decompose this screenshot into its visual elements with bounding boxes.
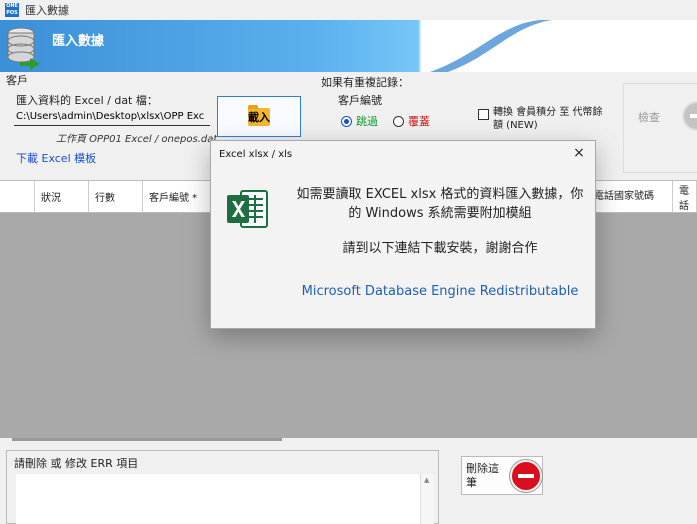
window-title: 匯入數據	[25, 4, 69, 17]
file-path-input[interactable]	[14, 108, 210, 126]
file-label: 匯入資料的 Excel / dat 檔：	[16, 94, 158, 107]
radio-overwrite-label: 覆蓋	[408, 115, 430, 128]
grid-col-phone-country[interactable]: 電話國家號碼	[588, 181, 673, 212]
grid-col-status[interactable]: 狀況	[35, 181, 89, 212]
title-bar: ONE POS 匯入數據	[0, 0, 697, 20]
dialog-instruction: 請到以下連結下載安裝，謝謝合作	[342, 241, 538, 256]
dialog-title: Excel xlsx / xls	[219, 149, 293, 160]
check-group	[623, 83, 697, 173]
dialog-message: 如需要讀取 EXCEL xlsx 格式的資料匯入數據，你的 Windows 系統…	[296, 187, 584, 221]
banner-title: 匯入數據	[52, 34, 105, 49]
grid-col-selector[interactable]	[0, 181, 35, 212]
radio-overwrite-dot[interactable]	[393, 115, 404, 127]
convert-points-box[interactable]	[478, 109, 489, 120]
check-button-label[interactable]: 檢查	[638, 109, 660, 125]
duplicate-group-label: 如果有重複記錄：	[321, 76, 409, 89]
delete-entry-button[interactable]: 刪除這筆	[461, 456, 543, 495]
excel-driver-dialog: Excel xlsx / xls × 如需要讀取 EXCEL xlsx 格式的資…	[210, 140, 596, 329]
file-hint: 工作頁 OPP01 Excel / onepos.dat	[56, 134, 218, 145]
banner-swoosh	[430, 20, 697, 72]
radio-skip[interactable]: 跳過	[341, 113, 378, 129]
load-button-label: 載入	[248, 110, 270, 124]
stop-icon	[510, 460, 542, 492]
load-button[interactable]: 載入	[217, 96, 301, 137]
error-group-label: 請刪除 或 修改 ERR 項目	[14, 457, 139, 470]
radio-overwrite[interactable]: 覆蓋	[393, 113, 430, 129]
grid-col-row[interactable]: 行數	[89, 181, 143, 212]
app-logo-icon: ONE POS	[5, 3, 19, 17]
header-banner: 匯入數據	[0, 20, 697, 72]
error-scrollbar[interactable]	[420, 474, 434, 524]
convert-points-checkbox[interactable]: 轉換 會員積分 至 代幣餘額 (NEW)	[478, 106, 603, 132]
app-logo-text: ONE POS	[6, 3, 18, 16]
excel-icon	[227, 190, 268, 228]
error-textarea[interactable]	[16, 474, 420, 524]
grid-horizontal-scrollbar[interactable]	[12, 438, 282, 441]
redistributable-link[interactable]: Microsoft Database Engine Redistributabl…	[295, 284, 585, 299]
radio-skip-dot[interactable]	[341, 115, 352, 127]
duplicate-sub-label: 客戶編號	[338, 94, 382, 107]
delete-entry-label: 刪除這筆	[466, 462, 499, 489]
close-icon[interactable]: ×	[571, 145, 587, 161]
download-template-link[interactable]: 下載 Excel 模板	[16, 150, 96, 166]
database-import-icon	[7, 27, 40, 70]
customer-group-label: 客戶	[6, 74, 28, 87]
convert-points-label: 轉換 會員積分 至 代幣餘額 (NEW)	[493, 107, 603, 131]
radio-skip-label: 跳過	[356, 115, 378, 128]
grid-col-phone[interactable]: 電話	[673, 181, 697, 212]
